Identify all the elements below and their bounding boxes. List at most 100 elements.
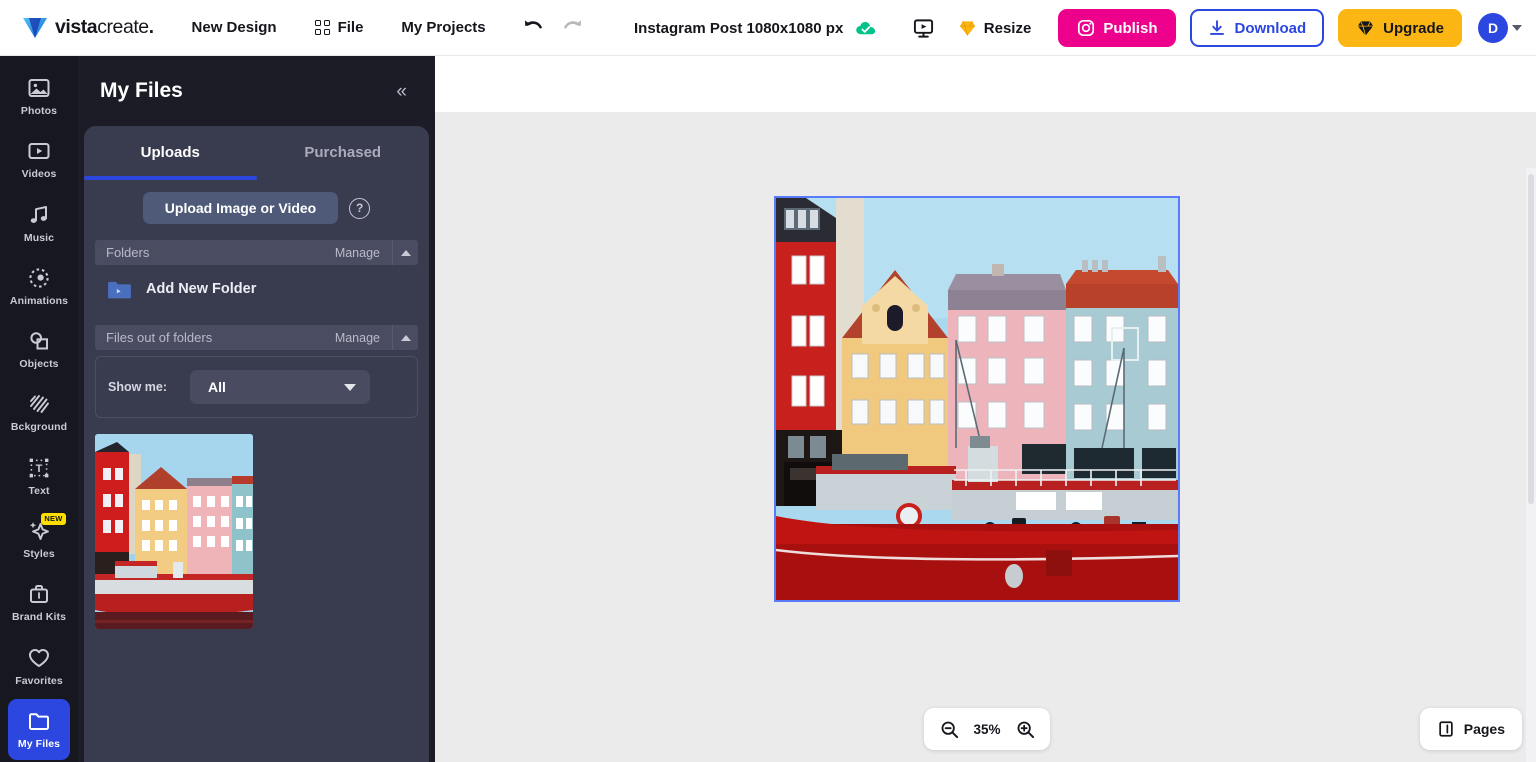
folders-section-title: Folders: [106, 245, 150, 260]
sidebar-item-music[interactable]: Music: [8, 193, 70, 254]
panel-body: Uploads Purchased Upload Image or Video …: [84, 126, 429, 762]
new-badge: NEW: [40, 512, 66, 525]
brand-name: vistacreate.: [55, 16, 154, 38]
upgrade-label: Upgrade: [1383, 19, 1444, 37]
zoom-out-button[interactable]: [936, 716, 962, 742]
canvas-context-toolbar: [435, 56, 1536, 112]
sidebar-item-label: Bckground: [10, 421, 68, 434]
publish-label: Publish: [1103, 19, 1158, 37]
scrollbar-thumb[interactable]: [1528, 174, 1534, 504]
chevron-down-icon: [344, 383, 357, 391]
resize-button[interactable]: Resize: [947, 12, 1043, 45]
show-me-selected-value: All: [208, 379, 226, 395]
header-actions: Resize Publish Download Upgrade D: [907, 0, 1522, 56]
help-icon[interactable]: ?: [349, 197, 371, 219]
background-icon: [30, 395, 49, 414]
folders-manage-link[interactable]: Manage: [335, 246, 392, 260]
chevron-down-icon: [1512, 25, 1522, 31]
upload-thumbnail-item[interactable]: [95, 434, 253, 629]
pages-icon: [1439, 721, 1453, 737]
tab-uploads[interactable]: Uploads: [84, 126, 257, 180]
sidebar-item-text[interactable]: T Text: [8, 446, 70, 507]
upload-row: Upload Image or Video ?: [84, 192, 429, 224]
panel-tabs: Uploads Purchased: [84, 126, 430, 180]
nyhavn-thumbnail-image: [95, 434, 253, 629]
canvas-vertical-scrollbar[interactable]: [1526, 168, 1536, 762]
zoom-level-value[interactable]: 35%: [970, 722, 1004, 737]
show-me-label: Show me:: [108, 380, 168, 394]
cloud-check-icon: [856, 21, 876, 35]
undo-button[interactable]: [518, 13, 548, 43]
animation-icon: [29, 268, 49, 288]
zoom-out-icon: [941, 721, 958, 738]
sidebar-item-label: Brand Kits: [11, 611, 67, 624]
sidebar-item-animations[interactable]: Animations: [8, 256, 70, 317]
download-button[interactable]: Download: [1190, 9, 1325, 47]
account-menu[interactable]: D: [1478, 13, 1522, 43]
sidebar-item-label: Styles: [23, 547, 55, 560]
nav-my-projects[interactable]: My Projects: [393, 13, 493, 42]
sidebar-item-label: Favorites: [15, 674, 63, 687]
tab-purchased-label: Purchased: [304, 143, 382, 161]
nav-new-design[interactable]: New Design: [184, 13, 285, 42]
pages-button[interactable]: Pages: [1419, 708, 1522, 750]
pages-label: Pages: [1463, 721, 1505, 737]
sidebar-item-favorites[interactable]: Favorites: [8, 635, 70, 696]
document-title[interactable]: Instagram Post 1080x1080 px: [634, 20, 843, 37]
briefcase-icon: [30, 585, 48, 604]
canvas-stage[interactable]: 35% Pages: [435, 112, 1536, 762]
sidebar-item-brand-kits[interactable]: Brand Kits: [8, 572, 70, 633]
publish-button[interactable]: Publish: [1058, 9, 1177, 47]
artboard[interactable]: [774, 196, 1180, 602]
sidebar-item-my-files[interactable]: My Files: [8, 698, 70, 760]
sidebar-item-background[interactable]: Bckground: [8, 382, 70, 443]
sidebar-item-photos[interactable]: Photos: [8, 66, 70, 127]
redo-button[interactable]: [558, 13, 588, 43]
music-icon: [30, 205, 47, 223]
files-manage-link[interactable]: Manage: [335, 331, 392, 345]
sidebar-item-label: Photos: [20, 105, 58, 118]
instagram-icon: [1078, 19, 1095, 37]
nav-new-design-label: New Design: [191, 19, 277, 36]
undo-redo-group: [518, 13, 588, 43]
sidebar-item-label: Animations: [9, 294, 69, 307]
sidebar-item-objects[interactable]: Objects: [8, 319, 70, 380]
download-icon: [1210, 20, 1225, 35]
show-me-select[interactable]: All: [190, 370, 371, 404]
filter-box: Show me: All: [95, 356, 418, 418]
diamond-icon: [959, 20, 975, 36]
panel-title: My Files: [100, 79, 183, 102]
add-new-folder-label: Add New Folder: [146, 281, 257, 297]
add-new-folder-button[interactable]: Add New Folder: [95, 269, 418, 309]
heart-icon: [29, 648, 49, 667]
folders-collapse-toggle[interactable]: [392, 240, 418, 265]
sidebar-item-label: Text: [28, 484, 50, 497]
nyhavn-copenhagen-harbor-image: [776, 198, 1178, 600]
vistacreate-editor: vistacreate. New Design File My Projects: [0, 0, 1536, 762]
tab-purchased[interactable]: Purchased: [257, 126, 430, 178]
redo-icon: [563, 20, 581, 28]
files-collapse-toggle[interactable]: [392, 325, 418, 350]
upgrade-button[interactable]: Upgrade: [1338, 9, 1462, 47]
files-out-of-folders-header: Files out of folders Manage: [95, 325, 418, 350]
top-header-bar: vistacreate. New Design File My Projects: [0, 0, 1536, 56]
canvas-area: 35% Pages: [435, 56, 1536, 762]
grid-icon: [314, 20, 330, 35]
upload-image-or-video-button[interactable]: Upload Image or Video: [142, 192, 339, 224]
nav-my-projects-label: My Projects: [401, 19, 486, 36]
video-icon: [28, 143, 50, 160]
vistacreate-logo[interactable]: vistacreate.: [22, 16, 154, 40]
collapse-panel-button[interactable]: «: [390, 78, 411, 105]
sidebar-item-label: Objects: [19, 358, 59, 371]
nav-file[interactable]: File: [307, 13, 372, 42]
zoom-in-button[interactable]: [1012, 716, 1038, 742]
text-icon: T: [29, 458, 49, 478]
tab-uploads-label: Uploads: [140, 143, 200, 161]
download-label: Download: [1234, 19, 1307, 37]
panel-header: My Files «: [78, 56, 435, 126]
sidebar-item-videos[interactable]: Videos: [8, 129, 70, 190]
sidebar-item-styles[interactable]: NEW Styles: [8, 509, 70, 570]
present-button[interactable]: [907, 11, 941, 45]
photo-icon: [28, 79, 50, 98]
vistacreate-logo-icon: [23, 17, 47, 38]
